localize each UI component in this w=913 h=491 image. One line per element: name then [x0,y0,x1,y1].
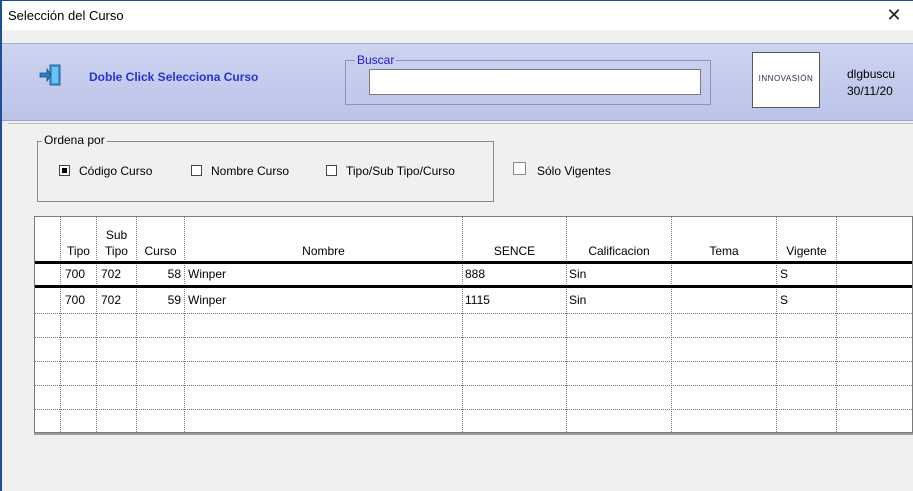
sort-option-codigo[interactable]: Código Curso [59,164,152,178]
column-header-tema[interactable]: Tema [672,244,776,259]
radio-button-checked[interactable] [59,165,70,176]
column-header-vigente[interactable]: Vigente [777,244,836,259]
column-header-calificacion[interactable]: Calificacion [567,244,671,259]
grid-row-line [35,361,912,362]
column-header-subtipo-line2[interactable]: Tipo [97,244,136,259]
search-input[interactable] [369,69,701,95]
grid-bottom-edge [34,433,913,435]
cell-sence: 888 [465,267,486,281]
grid-row-line [35,337,912,338]
sort-option-label: Código Curso [79,164,153,178]
window-title: Selección del Curso [8,8,124,23]
only-active-checkbox[interactable] [513,162,526,175]
sort-option-label: Tipo/Sub Tipo/Curso [346,164,455,178]
title-bar[interactable]: Selección del Curso ✕ [2,1,913,30]
only-active-label: Sólo Vigentes [537,164,611,178]
grid-column-line [836,217,837,432]
sort-option-label: Nombre Curso [211,164,290,178]
cell-curso: 59 [167,293,181,307]
sort-legend: Ordena por [42,133,107,147]
selected-row-border [35,261,912,264]
date-label: 30/11/20 [847,84,893,98]
double-click-hint: Doble Click Selecciona Curso [89,70,259,84]
cell-curso: 58 [167,267,181,281]
column-header-nombre[interactable]: Nombre [185,244,462,259]
sort-option-tipo[interactable]: Tipo/Sub Tipo/Curso [326,164,455,178]
search-label: Buscar [355,53,397,67]
cell-subtipo: 702 [101,267,122,281]
company-logo: INNOVASIÓN [752,52,820,108]
cell-vigente: S [780,267,789,281]
column-header-subtipo-line1[interactable]: Sub [97,228,136,243]
cell-calificacion: Sin [569,267,587,281]
grid-row-line [35,409,912,410]
cell-nombre: Winper [188,293,227,307]
cell-sence: 1115 [465,293,490,307]
close-icon[interactable]: ✕ [881,4,907,26]
selected-row-border [35,285,912,288]
cell-tipo: 700 [65,293,86,307]
body-divider [8,123,913,124]
sort-option-nombre[interactable]: Nombre Curso [191,164,289,178]
radio-button[interactable] [326,165,337,176]
column-header-tipo[interactable]: Tipo [61,244,96,259]
grid-row-line [35,385,912,386]
cell-nombre: Winper [188,267,227,281]
form-name-label: dlgbuscu [847,67,896,81]
column-header-sence[interactable]: SENCE [463,244,566,259]
grid-row-line [35,313,912,314]
cell-calificacion: Sin [569,293,587,307]
logo-text: INNOVASIÓN [758,74,814,83]
courses-grid[interactable]: Tipo Sub Tipo Curso Nombre SENCE Calific… [34,216,913,433]
column-header-curso[interactable]: Curso [137,244,184,259]
course-selection-dialog: Selección del Curso ✕ Doble Click Selecc… [0,0,913,491]
cell-tipo: 700 [65,267,86,281]
cell-subtipo: 702 [101,293,122,307]
cell-vigente: S [780,293,789,307]
exit-door-icon[interactable] [38,63,64,87]
radio-button[interactable] [191,165,202,176]
